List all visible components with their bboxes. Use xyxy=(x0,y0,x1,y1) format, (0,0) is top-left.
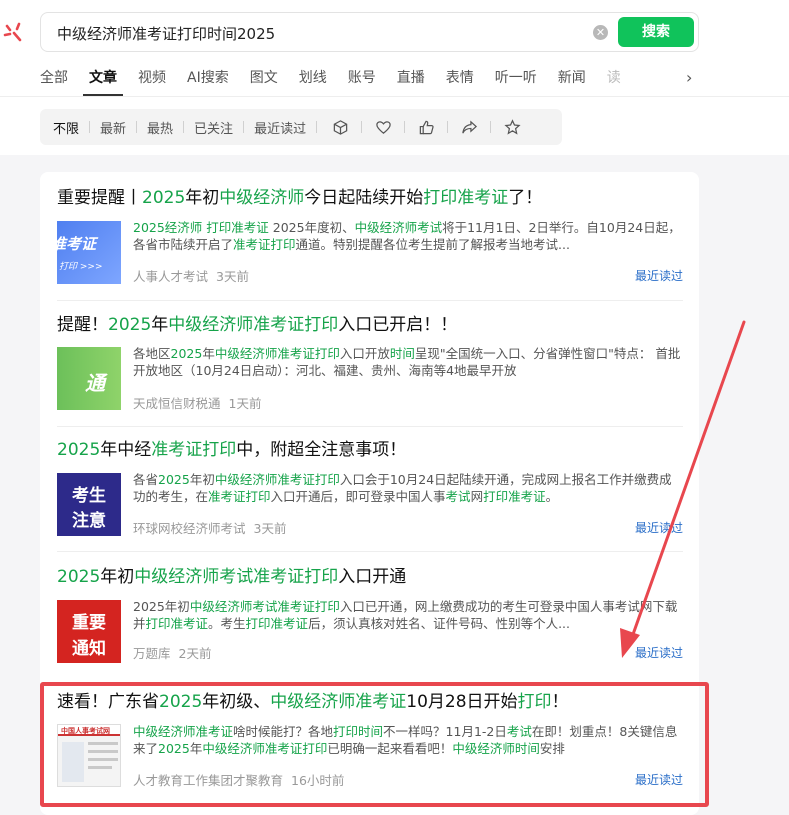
thumbnail[interactable]: 考生 注意 xyxy=(57,473,121,536)
result-snippet: 各省2025年初中级经济师准考证打印入口会于10月24日起陆续开通，完成网上报名… xyxy=(133,472,672,504)
separator xyxy=(183,121,185,133)
result-title[interactable]: 提醒！2025年中级经济师准考证打印入口已开启！！ xyxy=(57,313,683,337)
source-name[interactable]: 万题库 xyxy=(133,646,171,661)
heart-icon[interactable] xyxy=(374,118,392,136)
source-name[interactable]: 人事人才考试 xyxy=(133,269,208,284)
filter-any[interactable]: 不限 xyxy=(53,118,79,137)
result-title[interactable]: 2025年中经准考证打印中，附超全注意事项！ xyxy=(57,438,683,462)
tab-reading[interactable]: 读 xyxy=(607,68,621,96)
tab-accounts[interactable]: 账号 xyxy=(348,68,376,96)
category-tabs: 全部 文章 视频 AI搜索 图文 划线 账号 直播 表情 听一听 新闻 读 xyxy=(40,68,627,96)
filter-followed[interactable]: 已关注 xyxy=(194,118,233,137)
cube-icon[interactable] xyxy=(331,118,349,136)
sogou-logo-icon[interactable] xyxy=(2,20,26,44)
thumbnail[interactable]: 重要 通知 xyxy=(57,600,121,663)
publish-time: 3天前 xyxy=(216,269,249,284)
publish-time: 3天前 xyxy=(253,521,287,536)
tab-stickers[interactable]: 表情 xyxy=(446,68,474,96)
result-snippet: 各地区2025年中级经济师准考证打印入口开放时间呈现"全国统一入口、分省弹性窗口… xyxy=(133,346,681,378)
tab-news[interactable]: 新闻 xyxy=(558,68,586,96)
thumbnail[interactable]: 通 xyxy=(57,347,121,410)
separator xyxy=(243,121,245,133)
filter-recently-read[interactable]: 最近读过 xyxy=(254,118,306,137)
filter-latest[interactable]: 最新 xyxy=(100,118,126,137)
result-meta: 万题库 2天前 xyxy=(133,643,211,662)
list-item[interactable]: 提醒！2025年中级经济师准考证打印入口已开启！！ 通 各地区2025年中级经济… xyxy=(57,313,683,427)
search-button[interactable]: 搜索 xyxy=(618,17,694,47)
tab-articles[interactable]: 文章 xyxy=(83,68,123,96)
result-meta: 人事人才考试 3天前 xyxy=(133,266,249,285)
tab-highlights[interactable]: 划线 xyxy=(299,68,327,96)
tab-live[interactable]: 直播 xyxy=(397,68,425,96)
share-icon[interactable] xyxy=(460,118,478,136)
publish-time: 1天前 xyxy=(228,396,262,411)
search-box[interactable]: 中级经济师准考证打印时间2025 ✕ 搜索 xyxy=(40,12,699,52)
thumbnail-text: 准考证 xyxy=(57,235,97,253)
chevron-right-icon[interactable]: › xyxy=(686,68,692,87)
separator xyxy=(136,121,138,133)
thumbnail-text: 通 xyxy=(85,371,105,395)
clear-icon[interactable]: ✕ xyxy=(593,25,608,40)
publish-time: 2天前 xyxy=(178,646,212,661)
thumbs-up-icon[interactable] xyxy=(417,118,435,136)
thumbnail-text: 重要 xyxy=(72,613,106,633)
tab-all[interactable]: 全部 xyxy=(40,68,68,96)
list-item[interactable]: 重要提醒丨2025年初中级经济师今日起陆续开始打印准考证了！ 准考证 打印 >>… xyxy=(57,186,683,301)
separator xyxy=(316,121,318,133)
result-title[interactable]: 2025年初中级经济师考试准考证打印入口开通 xyxy=(57,565,683,589)
search-input[interactable]: 中级经济师准考证打印时间2025 xyxy=(57,23,275,44)
list-item[interactable]: 2025年初中级经济师考试准考证打印入口开通 重要 通知 2025年初中级经济师… xyxy=(57,565,683,669)
tab-images[interactable]: 图文 xyxy=(250,68,278,96)
star-icon[interactable] xyxy=(503,118,521,136)
recently-read-label: 最近读过 xyxy=(634,521,683,535)
thumbnail-text: 通知 xyxy=(72,639,106,659)
source-name[interactable]: 天成恒信财税通 xyxy=(133,396,221,411)
separator xyxy=(490,121,492,133)
highlight-box xyxy=(40,682,709,807)
recently-read-label: 最近读过 xyxy=(634,646,683,660)
tab-video[interactable]: 视频 xyxy=(138,68,166,96)
thumbnail-text: 注意 xyxy=(72,511,106,531)
result-meta: 天成恒信财税通 1天前 xyxy=(133,393,261,412)
divider xyxy=(0,96,789,97)
tab-listen[interactable]: 听一听 xyxy=(495,68,537,96)
filter-bar: 不限 最新 最热 已关注 最近读过 xyxy=(40,109,562,145)
result-snippet: 2025年初中级经济师考试准考证打印入口已开通，网上缴费成功的考生可登录中国人事… xyxy=(133,599,678,631)
thumbnail-text: 考生 xyxy=(72,486,106,506)
separator xyxy=(361,121,363,133)
top-bar: 中级经济师准考证打印时间2025 ✕ 搜索 全部 文章 视频 AI搜索 图文 划… xyxy=(0,0,789,155)
source-name[interactable]: 环球网校经济师考试 xyxy=(133,521,246,536)
result-snippet: 2025经济师 打印准考证 2025年度初、中级经济师考试将于11月1日、2日举… xyxy=(133,220,681,252)
thumbnail[interactable]: 准考证 打印 >>> xyxy=(57,221,121,284)
filter-hottest[interactable]: 最热 xyxy=(147,118,173,137)
separator xyxy=(89,121,91,133)
tab-ai-search[interactable]: AI搜索 xyxy=(187,68,229,96)
list-item[interactable]: 2025年中经准考证打印中，附超全注意事项！ 考生 注意 各省2025年初中级经… xyxy=(57,438,683,552)
result-title[interactable]: 重要提醒丨2025年初中级经济师今日起陆续开始打印准考证了！ xyxy=(57,186,683,210)
separator xyxy=(447,121,449,133)
recently-read-label: 最近读过 xyxy=(634,269,683,283)
separator xyxy=(404,121,406,133)
result-meta: 环球网校经济师考试 3天前 xyxy=(133,518,286,537)
thumbnail-text: 打印 >>> xyxy=(59,262,103,272)
